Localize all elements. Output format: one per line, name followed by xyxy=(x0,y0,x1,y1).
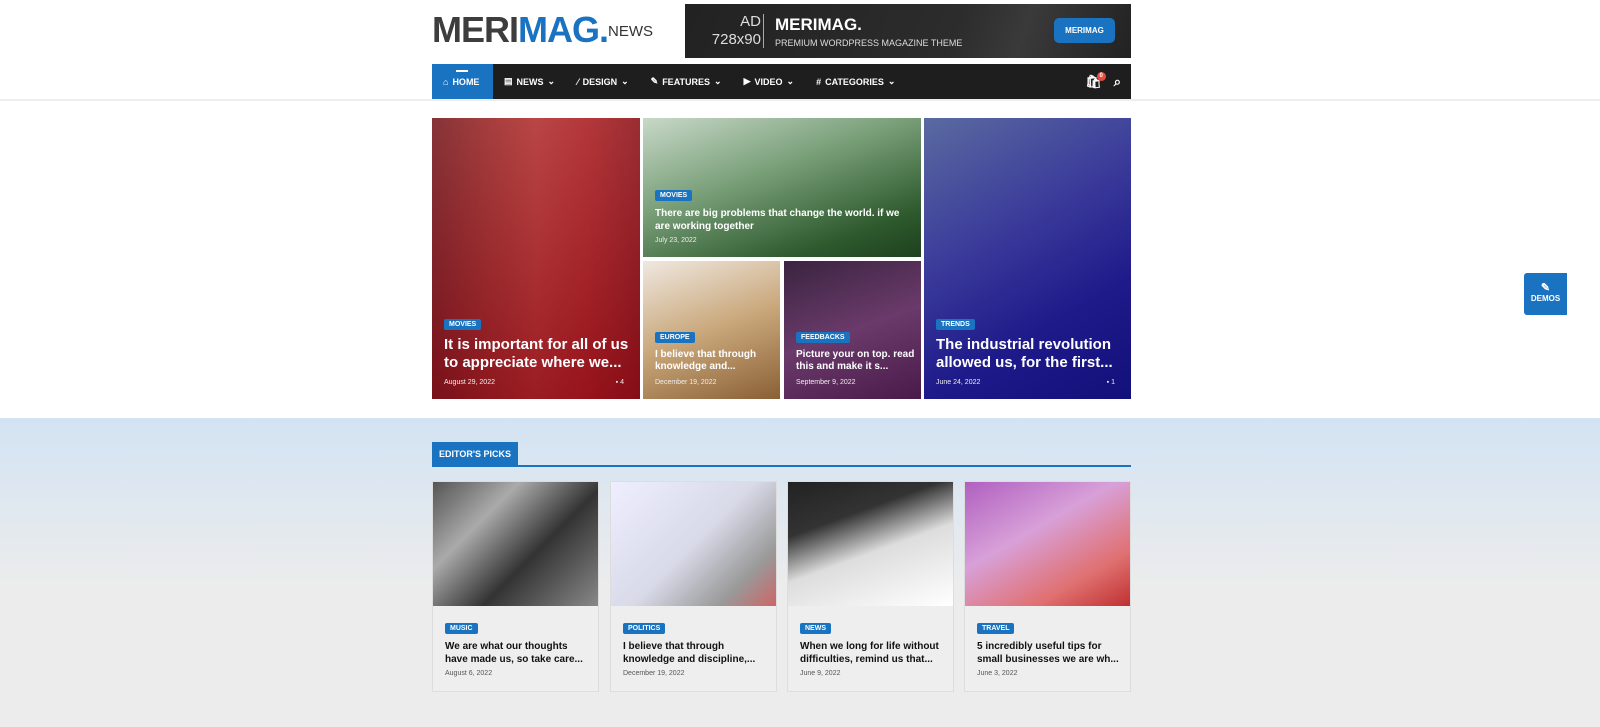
post-card[interactable]: POLITICS I believe that through knowledge… xyxy=(610,481,777,692)
cart-count: 0 xyxy=(1096,72,1106,81)
feather-icon: ✎ xyxy=(650,76,659,86)
category-badge[interactable]: MOVIES xyxy=(655,190,693,201)
divider xyxy=(763,14,764,48)
ad-button[interactable]: MERIMAG xyxy=(1054,18,1115,43)
site-logo[interactable]: MERIMAG.NEWS xyxy=(432,12,653,48)
category-badge[interactable]: TRAVEL xyxy=(977,623,1015,634)
play-icon: ▶ xyxy=(743,76,751,86)
post-image xyxy=(433,482,598,606)
category-badge[interactable]: TRENDS xyxy=(936,319,975,330)
header-divider xyxy=(0,99,1600,101)
chevron-down-icon: ⌄ xyxy=(714,76,722,86)
post-image xyxy=(965,482,1130,606)
home-icon: ⌂ xyxy=(443,76,449,87)
nav-design[interactable]: ⁄ DESIGN ⌄ xyxy=(566,64,640,99)
hero-post[interactable]: MOVIES It is important for all of us to … xyxy=(432,118,640,399)
category-badge[interactable]: POLITICS xyxy=(623,623,666,634)
search-icon: ⌕ xyxy=(1113,73,1121,89)
nav-categories[interactable]: # CATEGORIES ⌄ xyxy=(805,64,906,99)
section-heading: EDITOR'S PICKS xyxy=(432,442,518,466)
comment-icon: ▪ xyxy=(615,379,619,386)
brush-icon: ✎ xyxy=(1540,282,1551,294)
category-badge[interactable]: NEWS xyxy=(800,623,831,634)
category-badge[interactable]: MOVIES xyxy=(444,319,482,330)
post-card[interactable]: MUSIC We are what our thoughts have made … xyxy=(432,481,599,692)
category-badge[interactable]: MUSIC xyxy=(445,623,478,634)
ad-banner[interactable]: AD 728x90 MERIMAG. PREMIUM WORDPRESS MAGA… xyxy=(685,4,1131,58)
search-button[interactable]: ⌕ xyxy=(1108,64,1131,99)
demos-button[interactable]: ✎ DEMOS xyxy=(1524,273,1567,315)
post-card[interactable]: TRAVEL 5 incredibly useful tips for small… xyxy=(964,481,1131,692)
nav-video[interactable]: ▶ VIDEO ⌄ xyxy=(733,64,805,99)
category-badge[interactable]: EUROPE xyxy=(655,332,695,343)
category-badge[interactable]: FEEDBACKS xyxy=(796,332,850,343)
nav-news[interactable]: ▤ NEWS ⌄ xyxy=(493,64,566,99)
hero-post[interactable]: EUROPE I believe that through knowledge … xyxy=(643,261,780,399)
divider xyxy=(432,465,1131,467)
hero-post[interactable]: FEEDBACKS Picture your on top. read this… xyxy=(784,261,921,399)
post-image xyxy=(788,482,953,606)
chevron-down-icon: ⌄ xyxy=(887,76,896,86)
cart-button[interactable]: 🛍 0 xyxy=(1079,64,1108,99)
chevron-down-icon: ⌄ xyxy=(547,76,556,86)
hero-post[interactable]: MOVIES There are big problems that chang… xyxy=(643,118,921,257)
nav-features[interactable]: ✎ FEATURES ⌄ xyxy=(640,64,733,99)
hashtag-icon: # xyxy=(816,76,822,87)
hero-post[interactable]: TRENDS The industrial revolution allowed… xyxy=(924,118,1131,399)
chevron-down-icon: ⌄ xyxy=(786,76,795,86)
main-nav: ⌂ HOME ▤ NEWS ⌄ ⁄ DESIGN ⌄ ✎ FEATURES ⌄ ▶ VIDEO ⌄… xyxy=(432,64,1131,99)
newspaper-icon: ▤ xyxy=(504,76,513,86)
post-card[interactable]: NEWS When we long for life without diffic… xyxy=(787,481,954,692)
wand-icon: ⁄ xyxy=(577,76,579,87)
chevron-down-icon: ⌄ xyxy=(621,76,629,86)
nav-home[interactable]: ⌂ HOME xyxy=(432,64,493,99)
comment-icon: ▪ xyxy=(1106,379,1110,386)
post-image xyxy=(611,482,776,606)
